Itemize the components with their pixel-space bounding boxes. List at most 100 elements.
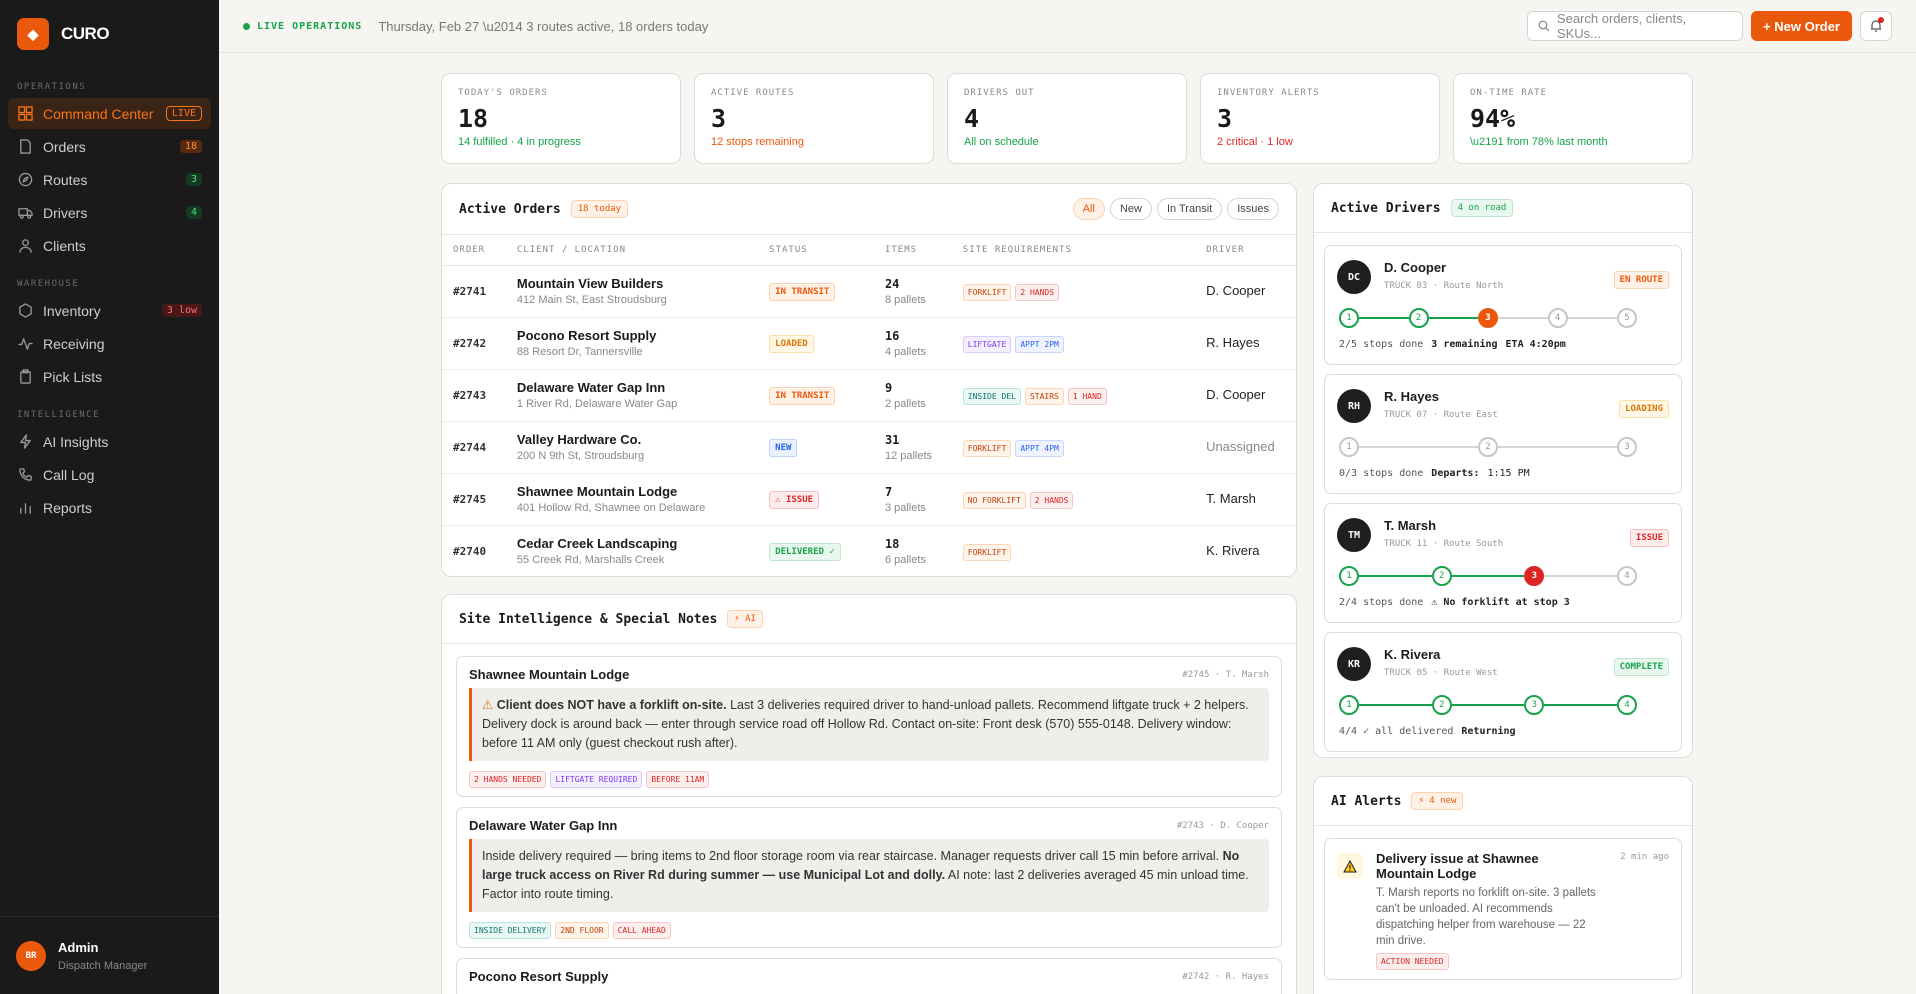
sidebar-item-orders[interactable]: Orders 18: [8, 131, 211, 162]
sidebar-item-label: Pick Lists: [43, 368, 103, 385]
route-stop: 4: [1547, 308, 1568, 328]
sidebar-item-clients[interactable]: Clients: [8, 230, 211, 261]
route-stop: 4: [1617, 566, 1637, 586]
warning-icon: [1337, 853, 1363, 879]
alert-title: Delivery issue at Shawnee Mountain Lodge: [1376, 851, 1539, 881]
driver-card[interactable]: DC D. Cooper TRUCK 03 · Route North EN ROUT…: [1324, 245, 1682, 365]
driver-card[interactable]: RH R. Hayes TRUCK 07 · Route East LOADING 1 2…: [1324, 374, 1682, 494]
driver-avatar: KR: [1337, 647, 1371, 681]
filter-new[interactable]: New: [1109, 198, 1152, 220]
nav-badge: 18: [179, 140, 202, 153]
requirement-tag: BEFORE 11AM: [646, 771, 710, 788]
client-name[interactable]: Mountain View Builders: [517, 276, 758, 291]
pulse-icon: [17, 336, 33, 352]
sidebar-item-label: Command Center: [43, 105, 154, 122]
site-note-card[interactable]: Delaware Water Gap Inn #2743 · D. Cooper I…: [456, 807, 1282, 948]
order-id[interactable]: #2745: [453, 493, 486, 506]
client-address: 1 River Rd, Delaware Water Gap: [516, 398, 678, 410]
kpi-subtext: 12 stops remaining: [711, 136, 804, 148]
warning-icon: ⚠: [482, 698, 497, 712]
ai-badge: ⚡ AI: [727, 610, 763, 628]
panel-title: Active Orders: [459, 201, 561, 217]
sidebar-item-routes[interactable]: Routes 3: [8, 164, 211, 195]
active-drivers-panel: Active Drivers 4 on road DC D. Cooper TRUC…: [1313, 183, 1693, 758]
driver-card[interactable]: KR K. Rivera TRUCK 05 · Route West COMPLETE…: [1324, 632, 1682, 752]
ai-alert-card[interactable]: Delivery issue at Shawnee Mountain Lodge…: [1324, 838, 1682, 980]
user-name: Admin: [58, 939, 99, 955]
filter-all[interactable]: All: [1072, 198, 1105, 220]
sidebar-item-inventory[interactable]: Inventory 3 low: [8, 295, 211, 326]
sidebar-item-command-center[interactable]: Command Center LIVE: [8, 98, 211, 129]
route-stop: 2: [1408, 308, 1429, 328]
route-line: [1498, 446, 1617, 448]
site-note-card[interactable]: Pocono Resort Supply #2742 · R. Hayes: [456, 958, 1282, 994]
route-line: [1544, 575, 1617, 577]
client-name[interactable]: Cedar Creek Landscaping: [517, 536, 758, 551]
driver-name[interactable]: T. Marsh: [1206, 491, 1256, 506]
order-id[interactable]: #2741: [453, 285, 486, 298]
note-emphasis: Client does NOT have a forklift on-site.: [496, 698, 727, 712]
kpi-value: 18: [458, 104, 489, 133]
note-header: Shawnee Mountain Lodge #2745 · T. Marsh: [469, 667, 1269, 682]
table-row[interactable]: #2741 Mountain View Builders 412 Main St, …: [442, 265, 1296, 318]
nav-section-title: OPERATIONS: [17, 82, 87, 92]
stops-done: 2/4 stops done: [1339, 597, 1424, 608]
order-filters: All New In Transit Issues: [1072, 198, 1279, 220]
requirement-tag: FORKLIFT: [962, 543, 1012, 561]
sidebar-item-drivers[interactable]: Drivers 4: [8, 197, 211, 228]
driver-name[interactable]: D. Cooper: [1206, 387, 1265, 402]
table-row[interactable]: #2742 Pocono Resort Supply 88 Resort Dr, T…: [442, 317, 1296, 370]
client-name[interactable]: Delaware Water Gap Inn: [517, 380, 758, 395]
sidebar-item-reports[interactable]: Reports: [8, 492, 211, 523]
kpi-card-today-s-orders: TODAY'S ORDERS 18 14 fulfilled · 4 in prog…: [441, 73, 681, 164]
route-stop: 3: [1478, 308, 1498, 328]
sidebar-item-receiving[interactable]: Receiving: [8, 328, 211, 359]
order-id[interactable]: #2740: [453, 545, 486, 558]
brand[interactable]: ◆ CURO: [0, 0, 219, 68]
route-stop: 2: [1478, 437, 1498, 457]
driver-name[interactable]: D. Cooper: [1206, 283, 1265, 298]
client-address: 88 Resort Dr, Tannersville: [516, 346, 643, 358]
client-name[interactable]: Shawnee Mountain Lodge: [517, 484, 758, 499]
driver-name[interactable]: K. Rivera: [1206, 543, 1259, 558]
route-stop: 5: [1617, 308, 1637, 328]
column-header: ORDER: [442, 235, 506, 266]
sidebar-item-pick-lists[interactable]: Pick Lists: [8, 361, 211, 392]
order-id[interactable]: #2744: [453, 441, 486, 454]
client-name[interactable]: Pocono Resort Supply: [517, 328, 758, 343]
action-needed-tag: ACTION NEEDED: [1376, 953, 1449, 970]
client-name[interactable]: Valley Hardware Co.: [517, 432, 758, 447]
route-line: [1498, 317, 1548, 319]
route-progress: 1 2 3 4: [1339, 566, 1667, 586]
route-line: [1359, 704, 1432, 706]
sidebar-item-call-log[interactable]: Call Log: [8, 459, 211, 490]
route-line: [1359, 575, 1432, 577]
driver-name[interactable]: R. Hayes: [1206, 335, 1259, 350]
table-row[interactable]: #2745 Shawnee Mountain Lodge 401 Hollow Rd…: [442, 473, 1296, 526]
alert-body: T. Marsh reports no forklift on-site. 3 …: [1376, 887, 1596, 947]
driver-card[interactable]: TM T. Marsh TRUCK 11 · Route South ISSUE 1 2 3…: [1324, 503, 1682, 623]
filter-in-transit[interactable]: In Transit: [1156, 198, 1223, 220]
stops-note: ⚠ No forklift at stop 3: [1431, 597, 1570, 608]
search-input[interactable]: Search orders, clients, SKUs...: [1527, 11, 1744, 41]
note-title: Delaware Water Gap Inn: [469, 818, 618, 833]
notifications-button[interactable]: [1860, 11, 1892, 41]
sidebar-item-ai-insights[interactable]: AI Insights: [8, 426, 211, 457]
site-note-card[interactable]: Shawnee Mountain Lodge #2745 · T. Marsh ⚠ …: [456, 656, 1282, 797]
kpi-subtext: 14 fulfilled · 4 in progress: [458, 136, 581, 148]
kpi-card-active-routes: ACTIVE ROUTES 3 12 stops remaining: [694, 73, 934, 164]
driver-name[interactable]: Unassigned: [1206, 439, 1275, 454]
user-profile[interactable]: BR Admin Dispatch Manager: [0, 916, 219, 994]
driver-summary: 2/4 stops done ⚠ No forklift at stop 3: [1339, 597, 1570, 608]
filter-issues[interactable]: Issues: [1227, 198, 1279, 220]
sidebar-item-label: Inventory: [43, 302, 101, 319]
pallet-count: 4 pallets: [884, 345, 926, 358]
order-id[interactable]: #2742: [453, 337, 486, 350]
table-row[interactable]: #2744 Valley Hardware Co. 200 N 9th St, St…: [442, 421, 1296, 474]
new-order-button[interactable]: + New Order: [1751, 11, 1852, 41]
table-row[interactable]: #2743 Delaware Water Gap Inn 1 River Rd, D…: [442, 369, 1296, 422]
driver-summary: 0/3 stops done Departs: 1:15 PM: [1339, 468, 1530, 479]
status-badge: IN TRANSIT: [769, 387, 836, 405]
table-row[interactable]: #2740 Cedar Creek Landscaping 55 Creek Rd,…: [442, 525, 1296, 576]
order-id[interactable]: #2743: [453, 389, 486, 402]
